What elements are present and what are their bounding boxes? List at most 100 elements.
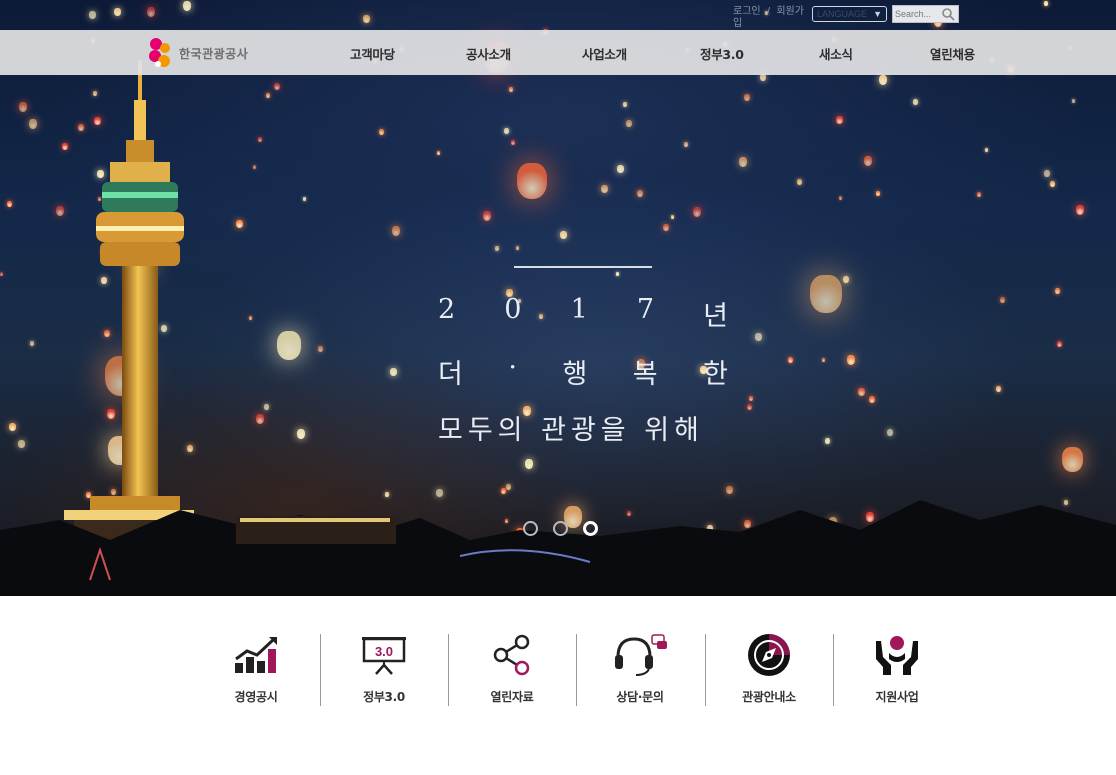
- lantern: [616, 272, 619, 276]
- lantern: [437, 151, 440, 155]
- lantern: [390, 368, 397, 376]
- lantern: [1055, 288, 1060, 294]
- compass-icon: [748, 634, 790, 676]
- lantern: [797, 179, 802, 185]
- account-divider: /: [766, 6, 771, 17]
- headline-text: 모두의 관광을 위해: [438, 415, 704, 446]
- nav-item-recruit[interactable]: 열린채용: [930, 44, 975, 63]
- lantern: [236, 220, 243, 228]
- lantern: [525, 459, 533, 469]
- quick-link-support[interactable]: 지원사업: [833, 632, 961, 708]
- lantern: [1076, 205, 1084, 215]
- lantern: [843, 276, 849, 283]
- headline-line3: 모두의 관광을 위해: [438, 408, 728, 447]
- search-input[interactable]: [895, 7, 943, 21]
- headline-char: 행: [562, 359, 588, 390]
- search-box: [892, 5, 959, 23]
- lantern: [836, 116, 843, 124]
- lantern: [977, 192, 981, 197]
- lantern: [303, 197, 306, 201]
- lantern: [30, 341, 34, 346]
- lantern: [9, 423, 16, 431]
- lantern: [839, 196, 842, 200]
- chevron-down-icon: ▼: [873, 9, 882, 19]
- lantern: [913, 99, 918, 105]
- lantern: [249, 316, 252, 320]
- headset-chat-icon: [615, 634, 667, 676]
- nav-item-customer[interactable]: 고객마당: [350, 44, 395, 63]
- search-icon[interactable]: [941, 7, 955, 21]
- lantern: [755, 333, 762, 341]
- hero-banner: 2 0 1 7 년 더 · 행 복 한 모두의 관광을 위해: [0, 0, 1116, 596]
- headline-char: 7: [636, 294, 655, 325]
- lantern: [744, 94, 750, 101]
- lantern: [858, 388, 865, 396]
- nav-item-gov30[interactable]: 정부3.0: [700, 44, 744, 63]
- lantern: [256, 414, 264, 424]
- headline-line1: 2 0 1 7 년: [438, 294, 728, 333]
- lantern: [392, 226, 400, 236]
- lantern: [29, 119, 37, 129]
- lantern: [876, 191, 880, 196]
- nav-item-business[interactable]: 사업소개: [582, 44, 627, 63]
- lantern: [822, 358, 825, 362]
- lantern: [517, 163, 547, 199]
- headline-line2: 더 · 행 복 한: [438, 352, 728, 391]
- nav-item-about[interactable]: 공사소개: [466, 44, 511, 63]
- utility-bar: 로그인 / 회원가입 LANGUAGE ▼: [0, 0, 1116, 30]
- lantern: [617, 165, 624, 173]
- lantern: [996, 386, 1001, 392]
- slide-dot-3-active[interactable]: [583, 521, 598, 536]
- lantern: [511, 140, 515, 145]
- lantern: [788, 357, 793, 363]
- quick-link-gov30[interactable]: 3.0 정부3.0: [320, 632, 448, 708]
- presentation-board-icon: 3.0: [362, 637, 406, 675]
- lantern: [0, 272, 3, 276]
- quick-link-consult[interactable]: 상담·문의: [576, 632, 704, 708]
- lantern: [1050, 181, 1055, 187]
- lantern: [684, 142, 688, 147]
- headline-divider: [514, 266, 652, 268]
- account-links: 로그인 / 회원가입: [733, 6, 805, 30]
- quick-link-label: 상담·문의: [616, 690, 664, 704]
- lantern: [1057, 341, 1062, 347]
- lantern: [693, 207, 701, 217]
- lantern: [663, 224, 669, 231]
- login-link[interactable]: 로그인: [733, 6, 761, 17]
- lantern: [623, 102, 627, 107]
- nav-item-news[interactable]: 새소식: [819, 44, 853, 63]
- slide-dot-1[interactable]: [523, 521, 538, 536]
- logo-text: 한국관광공사: [179, 46, 249, 61]
- headline-char: ·: [508, 352, 517, 383]
- headline-char: 0: [504, 294, 522, 325]
- lantern: [297, 429, 305, 439]
- quick-link-label: 정부3.0: [363, 690, 405, 704]
- quick-link-tourist-info[interactable]: 관광안내소: [705, 632, 833, 708]
- hands-support-icon: [876, 636, 918, 675]
- lantern: [847, 355, 855, 365]
- chart-growth-icon: [235, 637, 277, 673]
- quick-link-label: 지원사업: [875, 690, 919, 704]
- lantern: [1044, 170, 1050, 177]
- quick-link-open-data[interactable]: 열린자료: [448, 632, 576, 708]
- quick-link-disclosure[interactable]: 경영공시: [192, 632, 320, 708]
- lantern: [825, 438, 830, 444]
- headline-char: 년: [703, 301, 728, 332]
- headline-char: 2: [438, 294, 456, 325]
- lantern: [879, 75, 887, 85]
- lantern: [7, 201, 12, 207]
- slide-dot-2[interactable]: [553, 521, 568, 536]
- lantern: [266, 93, 270, 98]
- lantern: [264, 404, 269, 410]
- site-logo[interactable]: 한국관광공사: [146, 36, 248, 70]
- lantern: [1062, 447, 1083, 472]
- headline-char: 더: [438, 359, 463, 390]
- lantern: [379, 129, 384, 135]
- lantern: [483, 211, 491, 221]
- lantern: [253, 165, 256, 169]
- lantern: [1000, 297, 1005, 303]
- headline-char: 한: [703, 359, 728, 390]
- lantern: [985, 148, 988, 152]
- lantern: [18, 440, 25, 448]
- language-select[interactable]: LANGUAGE ▼: [812, 6, 887, 22]
